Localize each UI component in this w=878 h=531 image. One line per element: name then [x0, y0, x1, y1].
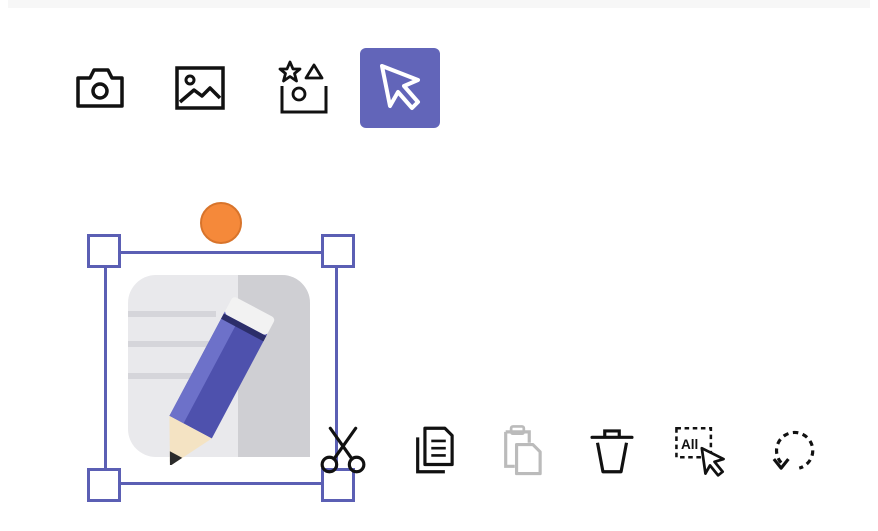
shapes-tool-button[interactable]	[262, 48, 342, 128]
delete-button[interactable]	[580, 418, 644, 482]
select-all-icon: All	[675, 426, 725, 477]
copy-button[interactable]	[402, 418, 466, 482]
cut-button[interactable]	[311, 418, 375, 482]
trash-icon	[590, 429, 634, 474]
paste-button[interactable]	[490, 418, 554, 482]
shapes-icon	[278, 60, 328, 114]
canvas-top-edge	[8, 0, 870, 8]
camera-tool-button[interactable]	[60, 48, 140, 128]
select-tool-button[interactable]	[360, 48, 440, 128]
resize-handle-bottom-left[interactable]	[87, 468, 121, 502]
paste-icon	[504, 425, 542, 476]
select-all-button[interactable]: All	[668, 418, 732, 482]
image-tool-button[interactable]	[160, 48, 240, 128]
scissors-icon	[320, 426, 366, 474]
cursor-arrow-icon	[380, 64, 420, 110]
rotate-icon	[772, 430, 815, 470]
selection-box	[104, 251, 338, 485]
copy-icon	[416, 426, 454, 474]
svg-text:All: All	[681, 437, 698, 452]
image-icon	[175, 66, 225, 110]
camera-icon	[76, 68, 124, 108]
rotate-handle[interactable]	[200, 202, 242, 244]
rotate-button[interactable]	[760, 418, 824, 482]
resize-handle-top-left[interactable]	[87, 234, 121, 268]
resize-handle-top-right[interactable]	[321, 234, 355, 268]
